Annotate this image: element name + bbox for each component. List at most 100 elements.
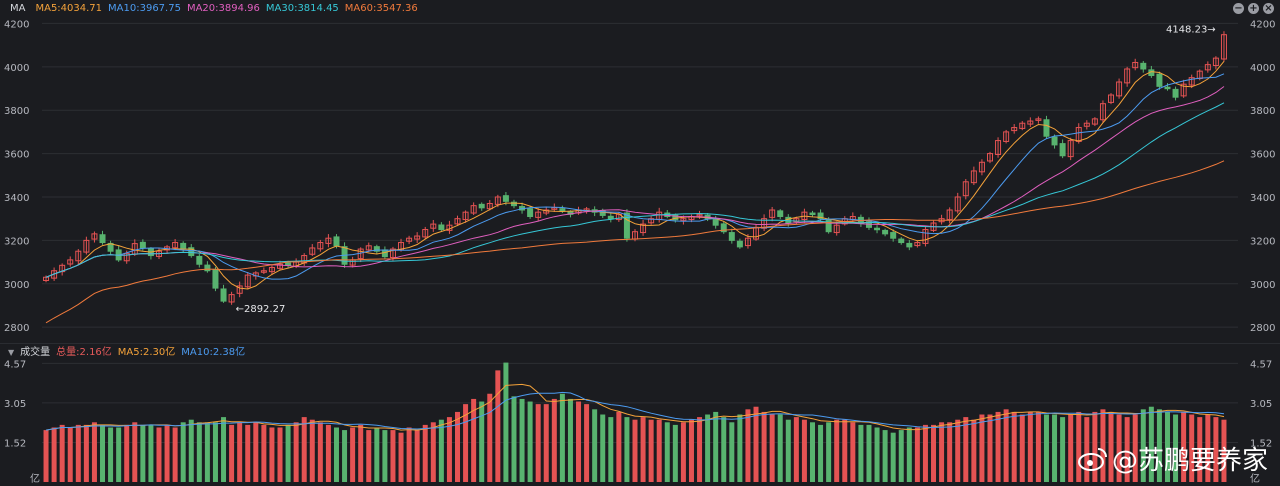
candle-body — [1156, 73, 1163, 87]
candle — [115, 245, 122, 262]
volume-bar — [809, 422, 815, 482]
y-tick-label-right: 3200 — [1250, 236, 1275, 247]
volume-bar — [551, 398, 557, 482]
volume-bar — [317, 422, 323, 482]
volume-bar — [67, 427, 73, 482]
candle — [1083, 120, 1090, 130]
candle — [212, 266, 219, 292]
candle — [874, 225, 881, 234]
volume-bar — [1068, 414, 1074, 482]
y-tick-label-right: 3600 — [1250, 150, 1275, 161]
candle — [607, 212, 614, 223]
candle — [414, 232, 421, 243]
volume-bar — [729, 422, 735, 482]
volume-bar — [826, 422, 832, 482]
candle — [204, 261, 211, 273]
volume-bar — [503, 362, 509, 482]
volume-bar — [132, 422, 138, 482]
volume-bar — [108, 427, 114, 482]
volume-bar — [124, 424, 130, 482]
volume-bar — [196, 422, 202, 482]
chart-canvas: 2800 2800 3000 3000 3200 3200 3400 3400 3600 3600… — [4, 19, 1275, 485]
candle — [720, 221, 727, 234]
volume-bar — [285, 424, 291, 482]
volume-bar — [325, 424, 331, 482]
volume-bar — [253, 422, 259, 482]
candle — [970, 166, 977, 186]
candle — [349, 256, 356, 268]
volume-bar — [333, 427, 339, 482]
volume-bar — [1052, 414, 1058, 482]
high-annotation: 4148.23→ — [1166, 25, 1216, 36]
candle — [309, 244, 316, 256]
y-tick-label-right: 3400 — [1250, 193, 1275, 204]
candle — [1059, 139, 1066, 159]
candle — [906, 239, 913, 251]
volume-bar — [890, 432, 896, 482]
candle — [995, 137, 1002, 158]
candle-body — [825, 219, 832, 233]
volume-bar — [479, 401, 485, 482]
candle-body — [1172, 88, 1179, 98]
volume-bar — [519, 398, 525, 482]
volume-bar — [342, 430, 348, 482]
volume-tick-label-right: 3.05 — [1250, 399, 1272, 410]
volume-bar — [430, 422, 436, 482]
y-tick-label-left: 4200 — [4, 19, 29, 30]
volume-bar — [785, 419, 791, 482]
volume-bar — [737, 414, 743, 482]
volume-bar — [955, 419, 961, 482]
candle — [962, 178, 969, 200]
volume-bar — [438, 419, 444, 482]
candle — [430, 219, 437, 232]
candle-body — [285, 262, 292, 266]
volume-bar — [801, 419, 807, 482]
volume-bar — [672, 424, 678, 482]
candle-body — [1164, 86, 1171, 90]
volume-bar — [358, 424, 364, 482]
volume-bar — [600, 414, 606, 482]
volume-bar — [374, 427, 380, 482]
volume-bar — [245, 424, 251, 482]
volume-bar — [91, 422, 97, 482]
volume-bar — [818, 424, 824, 482]
volume-bar — [164, 424, 170, 482]
collapse-triangle-icon[interactable]: ▼ — [8, 348, 14, 357]
volume-bar — [688, 419, 694, 482]
candle-body — [607, 215, 614, 220]
candle-body — [874, 227, 881, 231]
candle — [753, 224, 760, 241]
candle-body — [99, 234, 106, 244]
volume-bar — [140, 424, 146, 482]
candle — [809, 210, 816, 217]
volume-bar — [1019, 414, 1025, 482]
volume-bar — [204, 422, 210, 482]
candle — [946, 207, 953, 224]
volume-bar — [188, 419, 194, 482]
volume-bar — [697, 417, 703, 482]
volume-bar — [59, 424, 65, 482]
candle — [1156, 71, 1163, 90]
volume-total: 总量:2.16亿 — [56, 347, 112, 358]
volume-bar — [721, 417, 727, 482]
candle — [761, 214, 768, 232]
candle — [510, 199, 517, 209]
volume-bar — [624, 417, 630, 482]
volume-bar — [414, 430, 420, 482]
volume-bar — [51, 427, 57, 482]
volume-bar — [172, 427, 178, 482]
volume-bar — [664, 422, 670, 482]
volume-tick-label-left: 1.52 — [4, 439, 26, 450]
candle — [228, 291, 235, 305]
candle-body — [728, 232, 735, 241]
volume-bar — [390, 430, 396, 482]
volume-unit-left: 亿 — [30, 472, 40, 485]
candle — [470, 202, 477, 215]
volume-bar — [882, 430, 888, 482]
candle-body — [212, 268, 219, 289]
y-tick-label-left: 3400 — [4, 193, 29, 204]
volume-bar — [83, 424, 89, 482]
weibo-icon — [1077, 448, 1107, 471]
volume-bar — [406, 427, 412, 482]
candle — [938, 214, 945, 225]
